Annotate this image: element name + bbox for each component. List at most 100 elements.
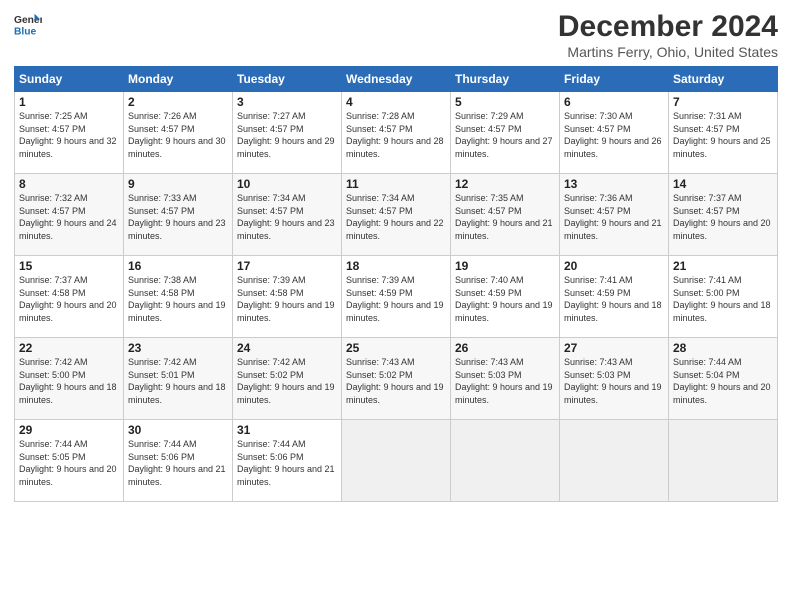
header-cell-friday: Friday	[560, 67, 669, 92]
day-number: 29	[19, 423, 119, 437]
header-cell-tuesday: Tuesday	[233, 67, 342, 92]
day-info: Sunrise: 7:44 AM Sunset: 5:06 PM Dayligh…	[237, 438, 337, 488]
day-info: Sunrise: 7:36 AM Sunset: 4:57 PM Dayligh…	[564, 192, 664, 242]
header-cell-thursday: Thursday	[451, 67, 560, 92]
day-number: 20	[564, 259, 664, 273]
day-number: 23	[128, 341, 228, 355]
day-number: 24	[237, 341, 337, 355]
day-info: Sunrise: 7:38 AM Sunset: 4:58 PM Dayligh…	[128, 274, 228, 324]
day-info: Sunrise: 7:27 AM Sunset: 4:57 PM Dayligh…	[237, 110, 337, 160]
day-number: 12	[455, 177, 555, 191]
day-info: Sunrise: 7:42 AM Sunset: 5:00 PM Dayligh…	[19, 356, 119, 406]
day-info: Sunrise: 7:35 AM Sunset: 4:57 PM Dayligh…	[455, 192, 555, 242]
day-number: 22	[19, 341, 119, 355]
calendar-page: General Blue December 2024 Martins Ferry…	[0, 0, 792, 612]
day-number: 11	[346, 177, 446, 191]
calendar-cell	[451, 420, 560, 502]
calendar-cell: 11 Sunrise: 7:34 AM Sunset: 4:57 PM Dayl…	[342, 174, 451, 256]
calendar-week-5: 29 Sunrise: 7:44 AM Sunset: 5:05 PM Dayl…	[15, 420, 778, 502]
calendar-week-1: 1 Sunrise: 7:25 AM Sunset: 4:57 PM Dayli…	[15, 92, 778, 174]
day-info: Sunrise: 7:40 AM Sunset: 4:59 PM Dayligh…	[455, 274, 555, 324]
calendar-cell: 29 Sunrise: 7:44 AM Sunset: 5:05 PM Dayl…	[15, 420, 124, 502]
calendar-cell: 17 Sunrise: 7:39 AM Sunset: 4:58 PM Dayl…	[233, 256, 342, 338]
day-info: Sunrise: 7:33 AM Sunset: 4:57 PM Dayligh…	[128, 192, 228, 242]
day-info: Sunrise: 7:44 AM Sunset: 5:06 PM Dayligh…	[128, 438, 228, 488]
day-info: Sunrise: 7:31 AM Sunset: 4:57 PM Dayligh…	[673, 110, 773, 160]
day-number: 2	[128, 95, 228, 109]
day-number: 17	[237, 259, 337, 273]
day-info: Sunrise: 7:34 AM Sunset: 4:57 PM Dayligh…	[346, 192, 446, 242]
calendar-cell	[669, 420, 778, 502]
calendar-cell: 16 Sunrise: 7:38 AM Sunset: 4:58 PM Dayl…	[124, 256, 233, 338]
logo: General Blue	[14, 10, 42, 38]
calendar-cell: 24 Sunrise: 7:42 AM Sunset: 5:02 PM Dayl…	[233, 338, 342, 420]
day-number: 10	[237, 177, 337, 191]
calendar-cell: 10 Sunrise: 7:34 AM Sunset: 4:57 PM Dayl…	[233, 174, 342, 256]
day-number: 27	[564, 341, 664, 355]
calendar-week-3: 15 Sunrise: 7:37 AM Sunset: 4:58 PM Dayl…	[15, 256, 778, 338]
location-title: Martins Ferry, Ohio, United States	[558, 44, 778, 60]
title-block: December 2024 Martins Ferry, Ohio, Unite…	[558, 10, 778, 60]
calendar-cell: 8 Sunrise: 7:32 AM Sunset: 4:57 PM Dayli…	[15, 174, 124, 256]
day-number: 5	[455, 95, 555, 109]
calendar-week-2: 8 Sunrise: 7:32 AM Sunset: 4:57 PM Dayli…	[15, 174, 778, 256]
day-number: 8	[19, 177, 119, 191]
calendar-cell: 4 Sunrise: 7:28 AM Sunset: 4:57 PM Dayli…	[342, 92, 451, 174]
day-info: Sunrise: 7:37 AM Sunset: 4:57 PM Dayligh…	[673, 192, 773, 242]
day-number: 21	[673, 259, 773, 273]
header-cell-saturday: Saturday	[669, 67, 778, 92]
calendar-cell: 5 Sunrise: 7:29 AM Sunset: 4:57 PM Dayli…	[451, 92, 560, 174]
day-info: Sunrise: 7:29 AM Sunset: 4:57 PM Dayligh…	[455, 110, 555, 160]
day-info: Sunrise: 7:43 AM Sunset: 5:03 PM Dayligh…	[564, 356, 664, 406]
day-info: Sunrise: 7:41 AM Sunset: 5:00 PM Dayligh…	[673, 274, 773, 324]
day-number: 6	[564, 95, 664, 109]
logo-icon: General Blue	[14, 10, 42, 38]
calendar-cell: 15 Sunrise: 7:37 AM Sunset: 4:58 PM Dayl…	[15, 256, 124, 338]
day-info: Sunrise: 7:30 AM Sunset: 4:57 PM Dayligh…	[564, 110, 664, 160]
day-info: Sunrise: 7:44 AM Sunset: 5:04 PM Dayligh…	[673, 356, 773, 406]
calendar-cell: 2 Sunrise: 7:26 AM Sunset: 4:57 PM Dayli…	[124, 92, 233, 174]
calendar-cell: 28 Sunrise: 7:44 AM Sunset: 5:04 PM Dayl…	[669, 338, 778, 420]
calendar-cell: 9 Sunrise: 7:33 AM Sunset: 4:57 PM Dayli…	[124, 174, 233, 256]
day-info: Sunrise: 7:25 AM Sunset: 4:57 PM Dayligh…	[19, 110, 119, 160]
day-info: Sunrise: 7:39 AM Sunset: 4:59 PM Dayligh…	[346, 274, 446, 324]
day-info: Sunrise: 7:41 AM Sunset: 4:59 PM Dayligh…	[564, 274, 664, 324]
calendar-cell: 31 Sunrise: 7:44 AM Sunset: 5:06 PM Dayl…	[233, 420, 342, 502]
calendar-cell: 12 Sunrise: 7:35 AM Sunset: 4:57 PM Dayl…	[451, 174, 560, 256]
calendar-cell: 23 Sunrise: 7:42 AM Sunset: 5:01 PM Dayl…	[124, 338, 233, 420]
day-info: Sunrise: 7:28 AM Sunset: 4:57 PM Dayligh…	[346, 110, 446, 160]
header-cell-wednesday: Wednesday	[342, 67, 451, 92]
calendar-cell: 7 Sunrise: 7:31 AM Sunset: 4:57 PM Dayli…	[669, 92, 778, 174]
calendar-cell: 14 Sunrise: 7:37 AM Sunset: 4:57 PM Dayl…	[669, 174, 778, 256]
day-number: 13	[564, 177, 664, 191]
day-number: 15	[19, 259, 119, 273]
day-number: 19	[455, 259, 555, 273]
day-info: Sunrise: 7:43 AM Sunset: 5:03 PM Dayligh…	[455, 356, 555, 406]
calendar-cell: 22 Sunrise: 7:42 AM Sunset: 5:00 PM Dayl…	[15, 338, 124, 420]
day-number: 16	[128, 259, 228, 273]
header-cell-monday: Monday	[124, 67, 233, 92]
day-number: 1	[19, 95, 119, 109]
day-info: Sunrise: 7:34 AM Sunset: 4:57 PM Dayligh…	[237, 192, 337, 242]
calendar-cell: 20 Sunrise: 7:41 AM Sunset: 4:59 PM Dayl…	[560, 256, 669, 338]
calendar-cell: 1 Sunrise: 7:25 AM Sunset: 4:57 PM Dayli…	[15, 92, 124, 174]
day-number: 9	[128, 177, 228, 191]
day-info: Sunrise: 7:37 AM Sunset: 4:58 PM Dayligh…	[19, 274, 119, 324]
calendar-cell: 26 Sunrise: 7:43 AM Sunset: 5:03 PM Dayl…	[451, 338, 560, 420]
calendar-cell: 18 Sunrise: 7:39 AM Sunset: 4:59 PM Dayl…	[342, 256, 451, 338]
calendar-cell: 3 Sunrise: 7:27 AM Sunset: 4:57 PM Dayli…	[233, 92, 342, 174]
calendar-cell: 13 Sunrise: 7:36 AM Sunset: 4:57 PM Dayl…	[560, 174, 669, 256]
day-info: Sunrise: 7:32 AM Sunset: 4:57 PM Dayligh…	[19, 192, 119, 242]
day-number: 28	[673, 341, 773, 355]
day-info: Sunrise: 7:43 AM Sunset: 5:02 PM Dayligh…	[346, 356, 446, 406]
calendar-cell: 30 Sunrise: 7:44 AM Sunset: 5:06 PM Dayl…	[124, 420, 233, 502]
month-title: December 2024	[558, 10, 778, 44]
day-number: 4	[346, 95, 446, 109]
calendar-cell	[342, 420, 451, 502]
calendar-cell: 27 Sunrise: 7:43 AM Sunset: 5:03 PM Dayl…	[560, 338, 669, 420]
calendar-cell: 6 Sunrise: 7:30 AM Sunset: 4:57 PM Dayli…	[560, 92, 669, 174]
day-info: Sunrise: 7:26 AM Sunset: 4:57 PM Dayligh…	[128, 110, 228, 160]
calendar-table: SundayMondayTuesdayWednesdayThursdayFrid…	[14, 66, 778, 502]
day-info: Sunrise: 7:44 AM Sunset: 5:05 PM Dayligh…	[19, 438, 119, 488]
calendar-cell	[560, 420, 669, 502]
